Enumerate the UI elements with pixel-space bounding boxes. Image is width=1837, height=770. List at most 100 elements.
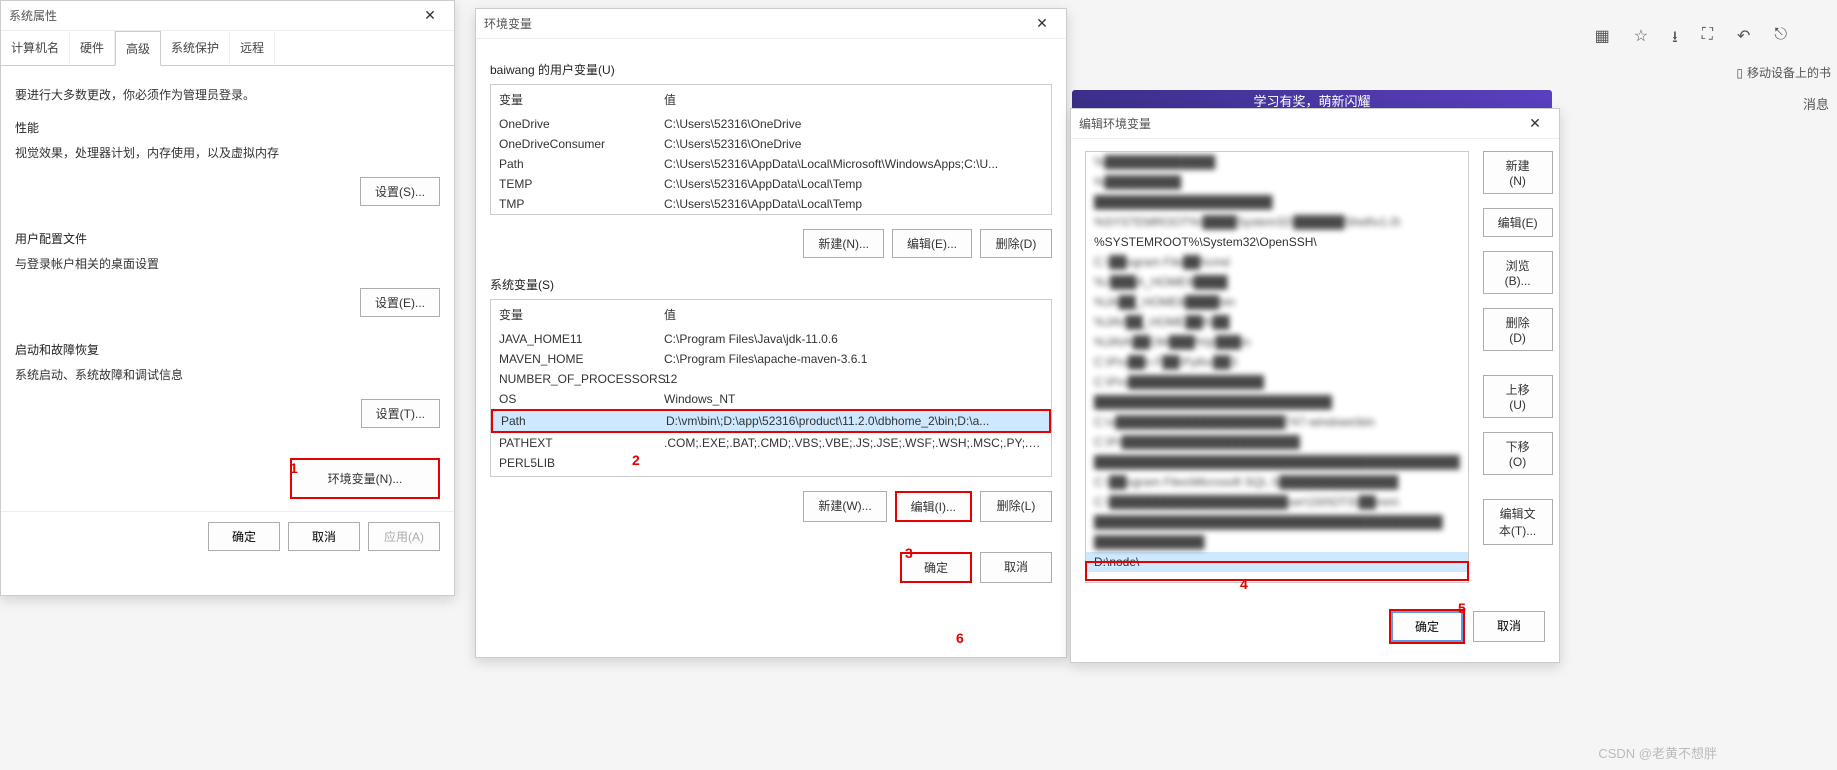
browser-toolbar: ▦ ☆ ⭳ ⛶ ↶ ⎋: [1595, 26, 1787, 53]
userprof-desc: 与登录帐户相关的桌面设置: [15, 255, 440, 272]
cancel-button[interactable]: 取消: [288, 522, 360, 551]
list-item[interactable]: %█████████████: [1086, 152, 1468, 172]
list-item[interactable]: C:\s████████████████████747-windows\bin: [1086, 412, 1468, 432]
device-bar: ▯ 移动设备上的书: [1730, 60, 1837, 85]
list-item[interactable]: ████████████████████████████████████████…: [1086, 512, 1468, 532]
list-item[interactable]: %J███A_HOME9████: [1086, 272, 1468, 292]
cancel-button[interactable]: 取消: [1473, 611, 1545, 642]
dialog-title: 编辑环境变量: [1079, 115, 1151, 132]
ok-button[interactable]: 确定: [1391, 611, 1463, 642]
close-icon[interactable]: ✕: [1519, 115, 1551, 132]
list-item[interactable]: C:\██ogram Files\Microsoft SQL S████████…: [1086, 472, 1468, 492]
browse-button[interactable]: 浏览(B)...: [1483, 251, 1553, 294]
recovery-title: 启动和故障恢复: [15, 341, 440, 358]
env-vars-button[interactable]: 环境变量(N)...: [290, 458, 440, 499]
env-vars-dialog: 环境变量 ✕ baiwang 的用户变量(U) 变量 值 OneDriveC:\…: [475, 8, 1067, 658]
moveup-button[interactable]: 上移(U): [1483, 375, 1553, 418]
list-item[interactable]: %SYSTEMROOT%\System32\OpenSSH\: [1086, 232, 1468, 252]
perf-title: 性能: [15, 119, 440, 136]
tab-hardware[interactable]: 硬件: [70, 31, 115, 65]
anno-4: 4: [1240, 576, 1248, 592]
admin-note: 要进行大多数更改，你必须作为管理员登录。: [15, 86, 440, 103]
perf-desc: 视觉效果，处理器计划，内存使用，以及虚拟内存: [15, 144, 440, 161]
userprof-title: 用户配置文件: [15, 230, 440, 247]
list-item[interactable]: C:\██ogram File██t\cmd: [1086, 252, 1468, 272]
list-item[interactable]: █████████████████████: [1086, 192, 1468, 212]
extension-icon[interactable]: ▦: [1595, 26, 1610, 53]
sys-edit-button[interactable]: 编辑(I)...: [895, 491, 972, 522]
table-row[interactable]: MAVEN_HOMEC:\Program Files\apache-maven-…: [491, 349, 1051, 369]
sys-vars-table[interactable]: 变量 值 JAVA_HOME11C:\Program Files\Java\jd…: [490, 299, 1052, 477]
list-item[interactable]: ████████████████████████████████████████…: [1086, 452, 1468, 472]
list-item[interactable]: %█████████: [1086, 172, 1468, 192]
list-item[interactable]: C:\Pro██n F██\Pytho██3: [1086, 352, 1468, 372]
tab-computername[interactable]: 计算机名: [1, 31, 70, 65]
movedown-button[interactable]: 下移(O): [1483, 432, 1553, 475]
sys-delete-button[interactable]: 删除(L): [980, 491, 1052, 522]
list-item[interactable]: █████████████: [1086, 532, 1468, 552]
table-row[interactable]: NUMBER_OF_PROCESSORS12: [491, 369, 1051, 389]
table-row[interactable]: PATHEXT.COM;.EXE;.BAT;.CMD;.VBS;.VBE;.JS…: [491, 433, 1051, 453]
table-row[interactable]: TEMPC:\Users\52316\AppData\Local\Temp: [491, 174, 1051, 194]
table-row[interactable]: JAVA_HOME11C:\Program Files\Java\jdk-11.…: [491, 329, 1051, 349]
user-vars-label: baiwang 的用户变量(U): [490, 61, 1052, 78]
col-var: 变量: [499, 306, 664, 323]
list-item[interactable]: %JAV██_HOME██6\██: [1086, 312, 1468, 332]
sys-vars-label: 系统变量(S): [490, 276, 1052, 293]
table-row[interactable]: PathC:\Users\52316\AppData\Local\Microso…: [491, 154, 1051, 174]
system-properties-dialog: 系统属性 ✕ 计算机名 硬件 高级 系统保护 远程 要进行大多数更改，你必须作为…: [0, 0, 455, 596]
close-icon[interactable]: ✕: [1026, 15, 1058, 32]
anno-1: 1: [290, 460, 298, 476]
cancel-button[interactable]: 取消: [980, 552, 1052, 583]
table-row[interactable]: OSWindows_NT: [491, 389, 1051, 409]
userprof-settings-button[interactable]: 设置(E)...: [360, 288, 440, 317]
table-row[interactable]: TMPC:\Users\52316\AppData\Local\Temp: [491, 194, 1051, 214]
close-icon[interactable]: ✕: [414, 7, 446, 24]
list-item[interactable]: D:\node\: [1086, 552, 1468, 572]
user-edit-button[interactable]: 编辑(E)...: [892, 229, 972, 258]
col-val: 值: [664, 306, 1043, 323]
table-row[interactable]: PERL5LIB: [491, 453, 1051, 473]
path-list[interactable]: %█████████████%█████████████████████████…: [1085, 151, 1469, 583]
list-item[interactable]: %JAVA██OM███%\jr███in: [1086, 332, 1468, 352]
delete-button[interactable]: 删除(D): [1483, 308, 1553, 351]
share-icon[interactable]: ⎋: [1774, 26, 1787, 53]
edittext-button[interactable]: 编辑文本(T)...: [1483, 499, 1553, 545]
user-new-button[interactable]: 新建(N)...: [803, 229, 884, 258]
list-item[interactable]: C:\Pro████████████████: [1086, 372, 1468, 392]
list-item[interactable]: ████████████████████████████: [1086, 392, 1468, 412]
tab-advanced[interactable]: 高级: [115, 31, 161, 66]
user-delete-button[interactable]: 删除(D): [980, 229, 1052, 258]
new-button[interactable]: 新建(N): [1483, 151, 1553, 194]
user-vars-table[interactable]: 变量 值 OneDriveC:\Users\52316\OneDriveOneD…: [490, 84, 1052, 215]
download-icon[interactable]: ⭳: [1672, 26, 1678, 53]
table-row[interactable]: PathD:\vm\bin\;D:\app\52316\product\11.2…: [491, 409, 1051, 433]
anno-2: 2: [632, 452, 640, 468]
ok-button[interactable]: 确定: [208, 522, 280, 551]
tab-protection[interactable]: 系统保护: [161, 31, 230, 65]
tab-remote[interactable]: 远程: [230, 31, 275, 65]
recovery-settings-button[interactable]: 设置(T)...: [361, 399, 440, 428]
list-item[interactable]: %JA██_HOME8████bin: [1086, 292, 1468, 312]
dialog-title: 系统属性: [9, 7, 57, 24]
crop-icon[interactable]: ⛶: [1702, 26, 1713, 53]
undo-icon[interactable]: ↶: [1737, 26, 1750, 53]
col-val: 值: [664, 91, 1043, 108]
ad-banner[interactable]: 学习有奖，萌新闪耀: [1072, 90, 1552, 110]
tabs: 计算机名 硬件 高级 系统保护 远程: [1, 31, 454, 66]
table-row[interactable]: OneDriveC:\Users\52316\OneDrive: [491, 114, 1051, 134]
edit-env-var-dialog: 编辑环境变量 ✕ %█████████████%████████████████…: [1070, 108, 1560, 663]
watermark: CSDN @老黄不想胖: [1598, 743, 1717, 762]
anno-5: 5: [1458, 600, 1466, 616]
edit-button[interactable]: 编辑(E): [1483, 208, 1553, 237]
sys-new-button[interactable]: 新建(W)...: [803, 491, 886, 522]
table-row[interactable]: PROCESSOR_ARCHITECTU...AMD64: [491, 473, 1051, 477]
anno-6: 6: [956, 630, 964, 646]
star-icon[interactable]: ☆: [1634, 26, 1648, 53]
perf-settings-button[interactable]: 设置(S)...: [360, 177, 440, 206]
list-item[interactable]: %SYSTEMROOT%\████System32\██████Shell\v1…: [1086, 212, 1468, 232]
table-row[interactable]: OneDriveConsumerC:\Users\52316\OneDrive: [491, 134, 1051, 154]
list-item[interactable]: C:\█████████████████████ver\150\DTS\██mm…: [1086, 492, 1468, 512]
list-item[interactable]: C:\Pr█████████████████████: [1086, 432, 1468, 452]
apply-button[interactable]: 应用(A): [368, 522, 440, 551]
